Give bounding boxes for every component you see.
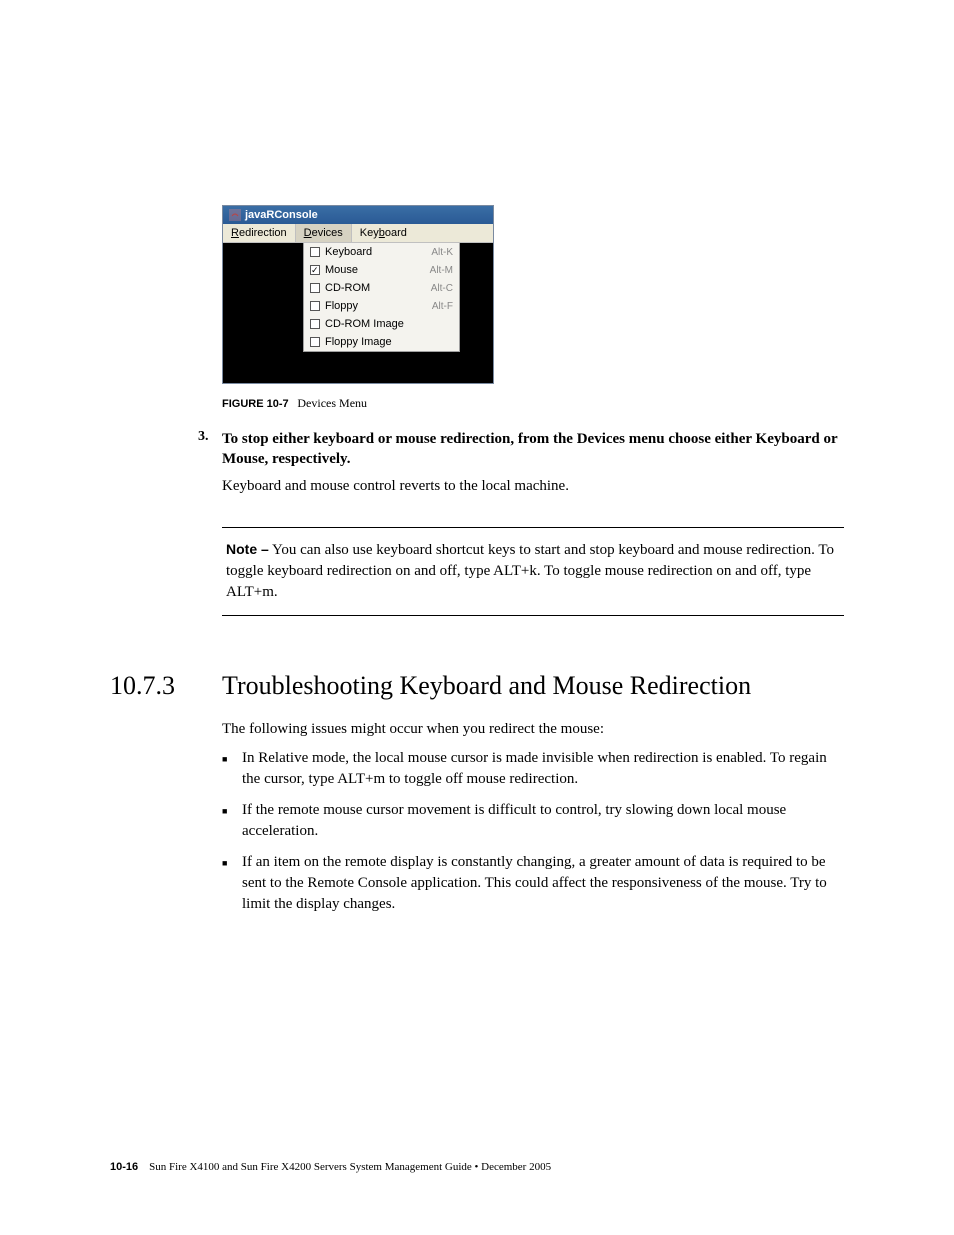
checkbox-icon	[310, 319, 320, 329]
note-label: Note –	[226, 541, 269, 557]
menu-keyboard[interactable]: Keyboard	[352, 224, 415, 242]
section-header: 10.7.3 Troubleshooting Keyboard and Mous…	[110, 671, 844, 701]
note-body: You can also use keyboard shortcut keys …	[226, 542, 834, 600]
devices-dropdown: KeyboardAlt-K MouseAlt-M CD-ROMAlt-C Flo…	[303, 243, 460, 352]
menu-devices[interactable]: Devices	[296, 224, 352, 242]
figure-caption: FIGURE 10-7 Devices Menu	[222, 396, 844, 411]
dd-keyboard[interactable]: KeyboardAlt-K	[304, 243, 459, 261]
menubar: Redirection Devices Keyboard	[223, 224, 493, 243]
menu-redirection[interactable]: Redirection	[223, 224, 296, 242]
intro-paragraph: The following issues might occur when yo…	[222, 719, 844, 740]
list-item: If the remote mouse cursor movement is d…	[238, 800, 844, 842]
page-footer: 10-16 Sun Fire X4100 and Sun Fire X4200 …	[110, 1161, 551, 1173]
app-title: javaRConsole	[245, 209, 318, 221]
checkbox-icon	[310, 337, 320, 347]
step-body: Keyboard and mouse control reverts to th…	[222, 476, 844, 497]
dd-floppy-image[interactable]: Floppy Image	[304, 333, 459, 351]
bullet-list: In Relative mode, the local mouse cursor…	[222, 748, 844, 915]
titlebar: javaRConsole	[223, 206, 493, 224]
section-number: 10.7.3	[110, 671, 222, 701]
dd-mouse[interactable]: MouseAlt-M	[304, 261, 459, 279]
footer-text: Sun Fire X4100 and Sun Fire X4200 Server…	[149, 1161, 551, 1173]
screenshot-devices-menu: javaRConsole Redirection Devices Keyboar…	[222, 205, 844, 384]
step-number: 3.	[198, 429, 209, 445]
checkbox-icon	[310, 247, 320, 257]
step-title: To stop either keyboard or mouse redirec…	[222, 429, 844, 470]
step-3: 3. To stop either keyboard or mouse redi…	[222, 429, 844, 497]
checkbox-icon	[310, 301, 320, 311]
dd-floppy[interactable]: FloppyAlt-F	[304, 297, 459, 315]
dd-cdrom[interactable]: CD-ROMAlt-C	[304, 279, 459, 297]
checkbox-icon	[310, 283, 320, 293]
note-box: Note – You can also use keyboard shortcu…	[222, 527, 844, 616]
checkbox-checked-icon	[310, 265, 320, 275]
list-item: In Relative mode, the local mouse cursor…	[238, 748, 844, 790]
section-title: Troubleshooting Keyboard and Mouse Redir…	[222, 671, 751, 701]
app-window: javaRConsole Redirection Devices Keyboar…	[222, 205, 494, 384]
dd-cdrom-image[interactable]: CD-ROM Image	[304, 315, 459, 333]
figure-caption-text: Devices Menu	[297, 396, 367, 410]
list-item: If an item on the remote display is cons…	[238, 852, 844, 915]
java-icon	[229, 209, 241, 221]
figure-label: FIGURE 10-7	[222, 398, 289, 410]
page-number: 10-16	[110, 1161, 138, 1173]
